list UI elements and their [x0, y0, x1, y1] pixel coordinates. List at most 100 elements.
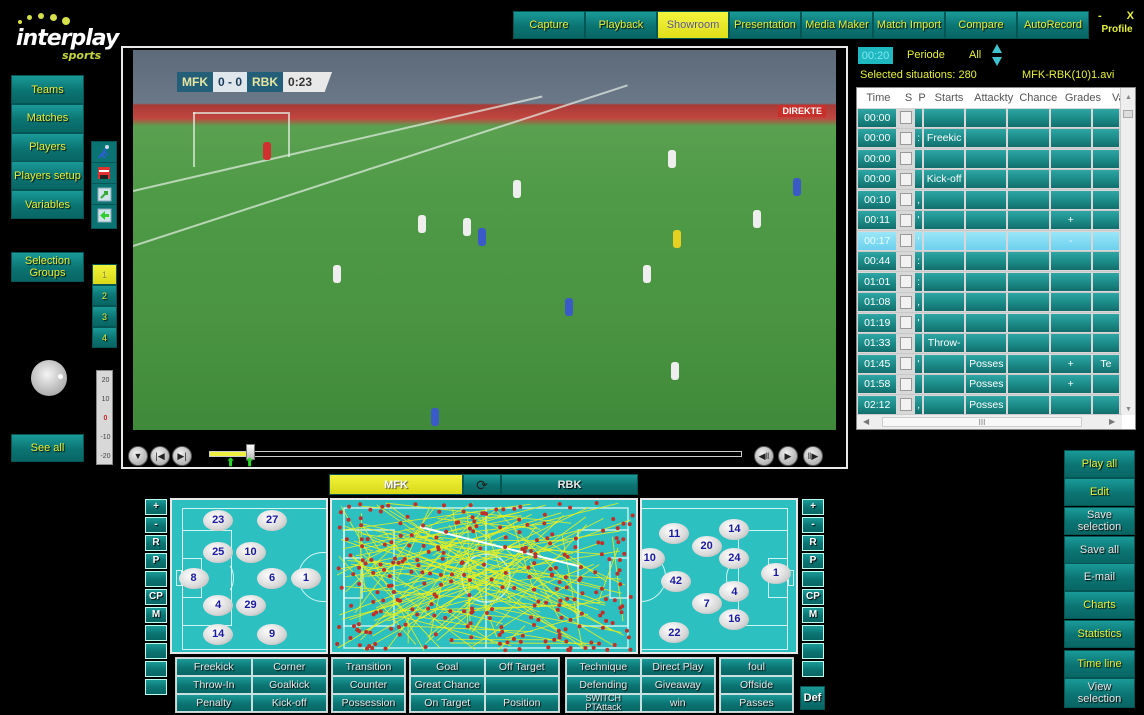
- event-direct-play-button[interactable]: Direct Play: [640, 658, 715, 676]
- home-tool-minus-button[interactable]: -: [145, 517, 167, 533]
- close-button[interactable]: X: [1127, 10, 1134, 22]
- home-player-9[interactable]: 9: [257, 623, 288, 645]
- away-player-7[interactable]: 7: [691, 593, 722, 615]
- row-checkbox[interactable]: [900, 357, 913, 371]
- grid-row[interactable]: 01:01:: [857, 272, 1121, 293]
- vertical-scrollbar[interactable]: ▼ ▲: [1120, 88, 1135, 415]
- back-arrow-icon[interactable]: [92, 205, 116, 226]
- event-kick-off-button[interactable]: Kick-off: [251, 694, 327, 712]
- event-switch-ptattack-button[interactable]: SWITCH PTAttack: [566, 694, 641, 712]
- column-header-chance[interactable]: Chance: [1016, 88, 1061, 108]
- group-1-button[interactable]: 1: [92, 264, 117, 285]
- event-offside-button[interactable]: Offside: [720, 676, 793, 694]
- away-tool-blank-7-button[interactable]: [802, 625, 824, 641]
- tab-autorecord[interactable]: AutoRecord: [1017, 11, 1089, 39]
- sidebar-item-players[interactable]: Players: [11, 132, 84, 162]
- next-button[interactable]: ▶|: [172, 446, 192, 466]
- row-checkbox[interactable]: [900, 316, 913, 330]
- sidebar-item-matches[interactable]: Matches: [11, 103, 84, 133]
- minimize-button[interactable]: -: [1098, 10, 1102, 22]
- grid-row[interactable]: 00:00: Freekic: [857, 128, 1121, 149]
- away-tool-cp-button[interactable]: CP: [802, 589, 824, 605]
- tab-playback[interactable]: Playback: [585, 11, 657, 39]
- away-tool-blank-4-button[interactable]: [802, 571, 824, 587]
- away-tool-plus-button[interactable]: +: [802, 499, 824, 515]
- away-player-10[interactable]: 10: [642, 547, 665, 569]
- column-header-time[interactable]: Time: [857, 88, 900, 108]
- offset-slider[interactable]: 20 10 0 -10 -20: [96, 370, 113, 465]
- profile-button[interactable]: Profile: [1094, 24, 1140, 35]
- home-player-6[interactable]: 6: [257, 567, 288, 589]
- grid-row[interactable]: 01:45 ' Posses + Te: [857, 354, 1121, 375]
- team-home-tab[interactable]: MFK: [329, 474, 463, 495]
- home-player-4[interactable]: 4: [203, 594, 234, 616]
- home-player-8[interactable]: 8: [178, 567, 209, 589]
- row-checkbox[interactable]: [900, 275, 913, 289]
- tab-presentation[interactable]: Presentation: [729, 11, 801, 39]
- away-player-1[interactable]: 1: [760, 562, 791, 584]
- video-frame[interactable]: MFK 0 - 0 RBK 0:23 DIREKTE: [133, 50, 836, 430]
- event-on-target-button[interactable]: On Target: [410, 694, 485, 712]
- save-disk-icon[interactable]: [92, 163, 116, 184]
- row-checkbox[interactable]: [900, 111, 913, 125]
- periode-value[interactable]: All: [969, 49, 981, 61]
- row-checkbox[interactable]: [900, 295, 913, 309]
- group-3-button[interactable]: 3: [92, 306, 117, 327]
- home-tool-blank-4-button[interactable]: [145, 571, 167, 587]
- home-tool-blank-7-button[interactable]: [145, 625, 167, 641]
- row-checkbox[interactable]: [900, 234, 913, 248]
- see-all-button[interactable]: See all: [11, 434, 84, 462]
- play-button[interactable]: ▶: [778, 446, 798, 466]
- home-player-29[interactable]: 29: [235, 594, 266, 616]
- home-tool-r-button[interactable]: R: [145, 535, 167, 551]
- event-passes-button[interactable]: Passes: [720, 694, 793, 712]
- event-freekick-button[interactable]: Freekick: [176, 658, 252, 676]
- event-throw-in-button[interactable]: Throw-In: [176, 676, 252, 694]
- column-header-starts[interactable]: Starts: [927, 88, 972, 108]
- event-technique-button[interactable]: Technique: [566, 658, 641, 676]
- row-checkbox[interactable]: [900, 193, 913, 207]
- action-edit-button[interactable]: Edit: [1064, 478, 1135, 506]
- away-player-24[interactable]: 24: [719, 547, 750, 569]
- group-2-button[interactable]: 2: [92, 285, 117, 306]
- event-goal-button[interactable]: Goal: [410, 658, 485, 676]
- event-defending-button[interactable]: Defending: [566, 676, 641, 694]
- event-giveaway-button[interactable]: Giveaway: [640, 676, 715, 694]
- away-tool-p-button[interactable]: P: [802, 553, 824, 569]
- home-player-27[interactable]: 27: [257, 509, 288, 531]
- previous-button[interactable]: |◀: [150, 446, 170, 466]
- row-checkbox[interactable]: [900, 152, 913, 166]
- row-checkbox[interactable]: [900, 377, 913, 391]
- away-player-16[interactable]: 16: [719, 608, 750, 630]
- away-tool-minus-button[interactable]: -: [802, 517, 824, 533]
- row-checkbox[interactable]: [900, 131, 913, 145]
- home-player-10[interactable]: 10: [235, 541, 266, 563]
- tab-capture[interactable]: Capture: [513, 11, 585, 39]
- swap-icon[interactable]: ⟳: [463, 474, 501, 495]
- event-goalkick-button[interactable]: Goalkick: [251, 676, 327, 694]
- event-foul-button[interactable]: foul: [720, 658, 793, 676]
- export-arrow-icon[interactable]: [92, 184, 116, 205]
- home-tool-plus-button[interactable]: +: [145, 499, 167, 515]
- grid-row[interactable]: 00:44:: [857, 251, 1121, 272]
- action-e-mail-button[interactable]: E-mail: [1064, 563, 1135, 591]
- action-save-selection-button[interactable]: Save selection: [1064, 507, 1135, 535]
- action-view-selection-button[interactable]: View selection: [1064, 678, 1135, 708]
- column-header-attackty[interactable]: Attackty: [971, 88, 1016, 108]
- hscroll-thumb[interactable]: III: [882, 417, 1082, 427]
- row-checkbox[interactable]: [900, 336, 913, 350]
- horizontal-scrollbar[interactable]: ◀ III ▶: [857, 414, 1122, 429]
- periode-down-icon[interactable]: [992, 57, 1002, 66]
- pass-map[interactable]: [332, 500, 638, 654]
- def-button[interactable]: Def: [800, 686, 825, 710]
- column-header-s[interactable]: S: [900, 88, 918, 108]
- event-counter-button[interactable]: Counter: [332, 676, 405, 694]
- home-player-25[interactable]: 25: [203, 541, 234, 563]
- marker-out-icon[interactable]: ⬆: [245, 456, 254, 469]
- grid-row[interactable]: 00:00 Kick-off: [857, 169, 1121, 190]
- jog-knob[interactable]: [31, 360, 67, 396]
- home-tool-blank-9-button[interactable]: [145, 661, 167, 677]
- event-position-button[interactable]: Position: [484, 694, 559, 712]
- event-g3-blank-3-button[interactable]: [484, 676, 559, 694]
- selection-groups-button[interactable]: Selection Groups: [11, 252, 84, 282]
